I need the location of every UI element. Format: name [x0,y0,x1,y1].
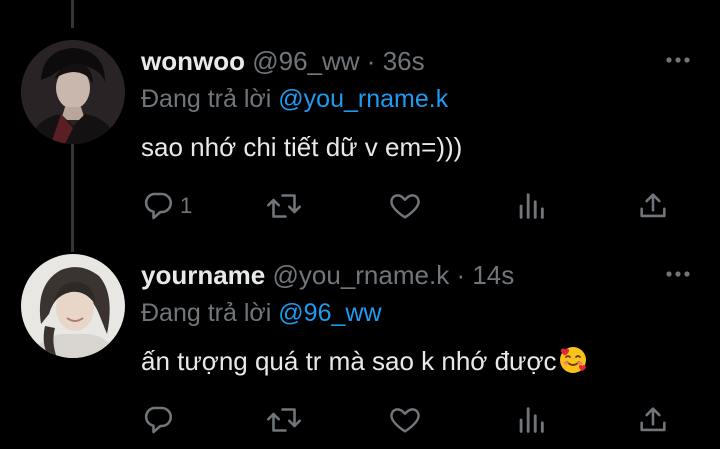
replying-to: Đang trả lời @you_rname.k [141,84,448,114]
retweet-button[interactable] [264,400,308,440]
share-button[interactable] [636,186,670,226]
like-button[interactable] [388,400,426,440]
more-dots-icon [666,271,690,277]
tweet-text: ấn tượng quá tr mà sao k nhớ được [141,345,588,382]
more-options-button[interactable] [665,50,691,70]
tweet-reply[interactable]: yourname @you_rname.k · 14s Đang trả lời… [0,250,720,449]
tweet-reply[interactable]: wonwoo @96_ww · 36s Đang trả lời @you_rn… [0,36,720,246]
reply-count: 1 [180,193,193,218]
action-bar: 1 [0,186,720,226]
tweet-text: sao nhớ chi tiết dữ v em=))) [141,132,463,162]
share-button[interactable] [636,400,670,440]
retweet-button[interactable] [264,186,308,226]
action-bar [0,400,720,440]
share-icon [640,193,666,218]
avatar[interactable] [21,40,125,144]
dot-separator: · [366,46,376,76]
timestamp[interactable]: 36s [383,46,425,76]
replying-to: Đang trả lời @96_ww [141,298,382,328]
replying-prefix: Đang trả lời [141,299,272,327]
tweet-header: wonwoo @96_ww · 36s [141,46,425,76]
reply-icon [144,406,173,434]
reply-button[interactable]: 1 [140,186,192,226]
like-button[interactable] [388,186,426,226]
views-chart-icon [519,193,544,219]
dark-portrait-avatar-icon [21,40,125,144]
tweet-header: yourname @you_rname.k · 14s [141,260,514,290]
smiling-face-with-hearts-icon [558,345,588,382]
thread-connector-line [71,0,74,28]
views-button[interactable] [514,186,552,226]
retweet-icon [266,194,302,218]
retweet-icon [266,408,302,432]
reply-icon [144,192,173,220]
user-handle[interactable]: @you_rname.k [273,260,450,290]
heart-icon [390,408,420,433]
mention-link[interactable]: @you_rname.k [278,85,448,113]
user-handle[interactable]: @96_ww [252,46,359,76]
more-options-button[interactable] [665,264,691,284]
display-name[interactable]: wonwoo [141,46,245,76]
dot-separator: · [456,260,466,290]
timestamp[interactable]: 14s [472,260,514,290]
mention-link[interactable]: @96_ww [278,299,381,327]
more-dots-icon [666,57,690,63]
display-name[interactable]: yourname [141,260,265,290]
avatar[interactable] [21,254,125,358]
share-icon [640,407,666,432]
heart-icon [390,194,420,219]
reply-button[interactable] [140,400,180,440]
views-chart-icon [519,407,544,433]
replying-prefix: Đang trả lời [141,85,272,113]
tweet-text-body: ấn tượng quá tr mà sao k nhớ được [141,346,557,376]
light-portrait-avatar-icon [21,254,125,358]
views-button[interactable] [514,400,552,440]
